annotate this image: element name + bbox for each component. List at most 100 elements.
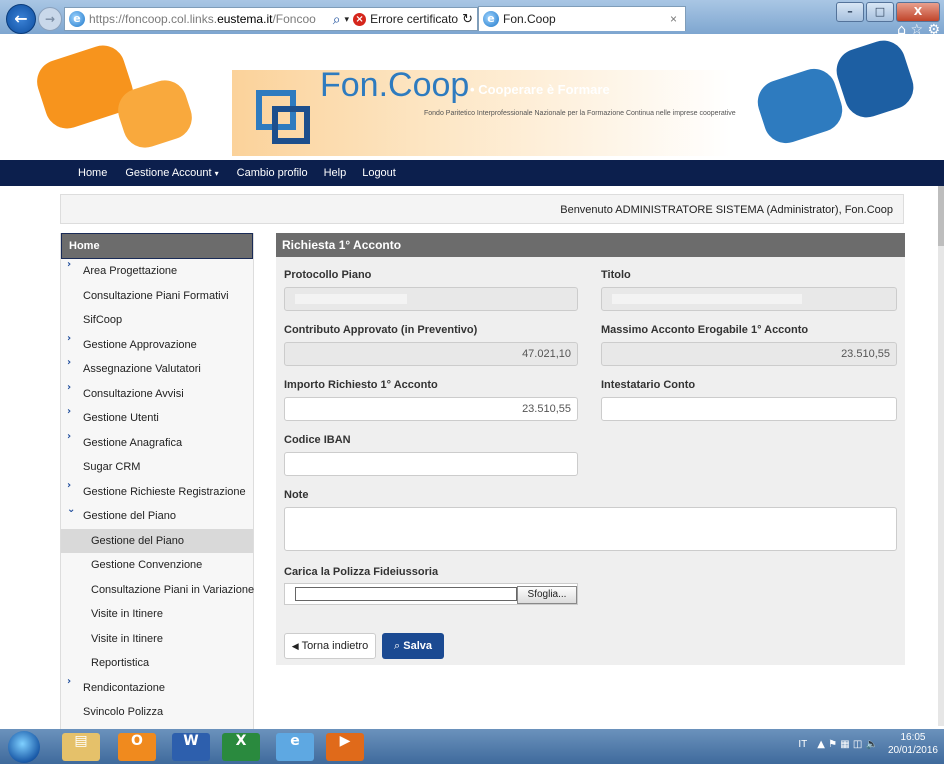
start-button-icon[interactable] <box>8 731 40 763</box>
sidebar-item-rendicontazione[interactable]: › Rendicontazione <box>61 676 253 701</box>
sidebar-subitem-reportistica[interactable]: Reportistica <box>61 651 253 676</box>
form-title: Richiesta 1° Acconto <box>276 233 905 257</box>
sidebar-item-label: Rendicontazione <box>83 681 165 694</box>
excel-icon[interactable]: X <box>222 733 260 761</box>
chevron-right-icon: › <box>67 406 72 417</box>
sidebar-item-assegnazione-valutatori[interactable]: › Assegnazione Valutatori <box>61 357 253 382</box>
sidebar-subitem-piani-variazione[interactable]: Consultazione Piani in Variazione <box>61 578 255 603</box>
nav-help[interactable]: Help <box>324 167 347 179</box>
sidebar-subitem-visite-itinere-2[interactable]: Visite in Itinere <box>61 627 253 652</box>
sidebar-item-label: Gestione Approvazione <box>83 338 197 351</box>
sidebar-item-label: Reportistica <box>91 657 150 669</box>
brand-tagline: • Cooperare è Formare <box>470 82 610 97</box>
sidebar-item-consultazione-piani[interactable]: Consultazione Piani Formativi <box>61 284 253 309</box>
url-suffix: /Foncoo <box>272 12 316 26</box>
sidebar-item-gestione-del-piano[interactable]: ⌄ Gestione del Piano <box>61 504 253 529</box>
sidebar-item-label: Gestione Richieste Registrazione <box>83 485 246 498</box>
close-button[interactable]: X <box>896 2 940 22</box>
nav-gestione-account[interactable]: Gestione Account ▾ <box>125 167 218 179</box>
iban-input[interactable] <box>284 452 578 476</box>
brand-tagline-text: Cooperare è Formare <box>478 82 610 97</box>
sidebar-header[interactable]: Home <box>61 233 253 259</box>
back-button-label: Torna indietro <box>301 640 369 652</box>
internet-explorer-icon[interactable]: e <box>276 733 314 761</box>
note-textarea[interactable] <box>284 507 897 551</box>
sidebar-item-label: Consultazione Piani in Variazione <box>91 583 255 596</box>
language-indicator[interactable]: IT <box>798 739 807 750</box>
save-button[interactable]: ⌕ Salva <box>382 633 444 659</box>
sidebar-item-gestione-utenti[interactable]: › Gestione Utenti <box>61 406 253 431</box>
forward-arrow-icon[interactable]: → <box>38 7 62 31</box>
nav-home[interactable]: Home <box>78 167 107 179</box>
sidebar-item-label: Gestione Anagrafica <box>83 436 183 449</box>
sidebar-item-sugar-crm[interactable]: Sugar CRM <box>61 455 253 480</box>
sidebar-item-label: Area Progettazione <box>83 265 178 277</box>
nav-cambio-profilo[interactable]: Cambio profilo <box>237 167 308 179</box>
certificate-error-text[interactable]: Errore certificato <box>370 12 458 26</box>
refresh-icon[interactable]: ↻ <box>462 12 473 27</box>
note-label: Note <box>284 489 309 501</box>
sidebar-item-label: Visite in Itinere <box>91 632 163 645</box>
massimo-label: Massimo Acconto Erogabile 1° Acconto <box>601 324 809 336</box>
vertical-scrollbar[interactable] <box>938 186 944 726</box>
redacted-value <box>295 294 407 304</box>
search-icon[interactable]: ⌕ <box>333 11 341 28</box>
titolo-field <box>601 287 897 311</box>
protocollo-label: Protocollo Piano <box>284 269 372 281</box>
browse-button[interactable]: Sfoglia... <box>517 586 577 604</box>
file-path-field[interactable] <box>295 587 517 601</box>
sidebar-item-gestione-anagrafica[interactable]: › Gestione Anagrafica <box>61 431 253 456</box>
welcome-message: Benvenuto ADMINISTRATORE SISTEMA (Admini… <box>60 194 904 224</box>
protocollo-field <box>284 287 578 311</box>
sidebar-item-label: Svincolo Polizza <box>83 706 164 718</box>
tab-close-icon[interactable]: × <box>670 12 677 26</box>
importo-label: Importo Richiesto 1° Acconto <box>284 379 438 391</box>
chevron-right-icon: › <box>67 332 72 344</box>
redacted-value <box>612 294 802 304</box>
nav-logout[interactable]: Logout <box>362 167 396 179</box>
chevron-right-icon: › <box>67 259 72 270</box>
tab-foncoop[interactable]: e Fon.Coop × <box>478 6 686 31</box>
sidebar-item-area-progettazione[interactable]: › Area Progettazione <box>61 259 253 284</box>
sidebar-item-label: Gestione Convenzione <box>91 559 203 571</box>
sidebar-subitem-gestione-convenzione[interactable]: Gestione Convenzione <box>61 553 253 578</box>
sidebar-item-label: Gestione del Piano <box>83 510 176 522</box>
back-button[interactable]: ◀ Torna indietro <box>284 633 376 659</box>
file-explorer-icon[interactable]: ▤ <box>62 733 100 761</box>
browser-chrome: ← → e https://foncoop.col.links. eustema.… <box>0 0 944 38</box>
scrollbar-thumb[interactable] <box>938 186 944 246</box>
word-icon[interactable]: W <box>172 733 210 761</box>
sidebar-subitem-visite-itinere-1[interactable]: Visite in Itinere <box>61 602 253 627</box>
media-player-icon[interactable]: ▶ <box>326 733 364 761</box>
dropdown-icon[interactable]: ▾ <box>345 14 350 25</box>
tray-icons[interactable]: ▲ ⚑ ▦ ◫ 🔈 <box>817 739 878 750</box>
chevron-left-icon: ◀ <box>291 641 299 651</box>
back-arrow-icon[interactable]: ← <box>6 4 36 34</box>
windows-taskbar: ▤ O W X e ▶ IT ▲ ⚑ ▦ ◫ 🔈 16:05 20/01/201… <box>0 729 944 764</box>
address-bar[interactable]: e https://foncoop.col.links. eustema.it/F… <box>64 7 478 31</box>
sidebar-item-label: Gestione Utenti <box>83 412 159 424</box>
outlook-icon[interactable]: O <box>118 733 156 761</box>
sidebar-subitem-gestione-del-piano[interactable]: Gestione del Piano <box>61 528 253 553</box>
sidebar-item-gestione-richieste[interactable]: › Gestione Richieste Registrazione <box>61 480 253 505</box>
importo-input[interactable]: 23.510,55 <box>284 397 578 421</box>
sidebar-item-gestione-approvazione[interactable]: › Gestione Approvazione <box>61 333 253 358</box>
ie-tab-icon: e <box>483 11 499 27</box>
polizza-file-input[interactable]: Sfoglia... <box>284 583 578 605</box>
sidebar-item-label: SifCoop <box>83 314 123 326</box>
certificate-error-icon[interactable]: × <box>353 12 367 26</box>
titolo-label: Titolo <box>601 269 631 281</box>
intestatario-input[interactable] <box>601 397 897 421</box>
chevron-right-icon: › <box>67 381 72 393</box>
minimize-button[interactable]: – <box>836 2 864 22</box>
window-controls: – □ X <box>836 2 940 22</box>
system-clock[interactable]: 16:05 20/01/2016 <box>888 731 938 757</box>
sidebar-item-label: Assegnazione Valutatori <box>83 363 201 375</box>
sidebar-item-svincolo-polizza[interactable]: Svincolo Polizza <box>61 700 253 725</box>
sidebar-item-sifcoop[interactable]: SifCoop <box>61 308 253 333</box>
sidebar-item-label: Visite in Itinere <box>91 608 163 620</box>
form-panel: Richiesta 1° Acconto Protocollo Piano Ti… <box>276 233 905 665</box>
sidebar-item-consultazione-avvisi[interactable]: › Consultazione Avvisi <box>61 382 253 407</box>
maximize-button[interactable]: □ <box>866 2 894 22</box>
puzzle-piece-blue-far-right <box>830 34 920 124</box>
